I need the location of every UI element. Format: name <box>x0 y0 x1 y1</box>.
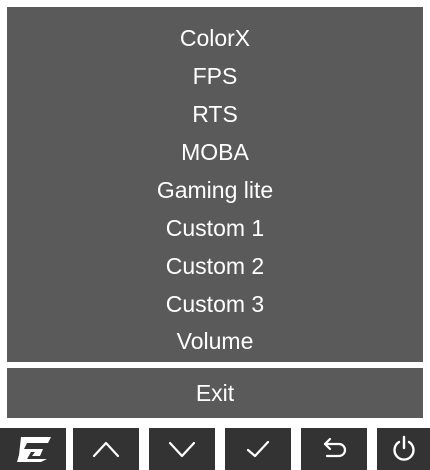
menu-item-colorx[interactable]: ColorX <box>7 24 423 52</box>
chevron-down-icon <box>168 440 196 458</box>
exit-button[interactable]: Exit <box>7 368 423 418</box>
menu-item-rts[interactable]: RTS <box>7 100 423 128</box>
menu-item-fps[interactable]: FPS <box>7 62 423 90</box>
power-key[interactable] <box>377 428 430 470</box>
confirm-key[interactable] <box>225 428 291 470</box>
power-icon <box>391 435 417 463</box>
menu-item-custom-3[interactable]: Custom 3 <box>7 290 423 318</box>
up-key[interactable] <box>73 428 139 470</box>
menu-item-volume[interactable]: Volume <box>7 327 423 355</box>
gigabyte-key[interactable] <box>0 428 66 470</box>
return-key[interactable] <box>301 428 367 470</box>
control-keys-bar <box>0 428 430 470</box>
down-key[interactable] <box>149 428 215 470</box>
menu-item-moba[interactable]: MOBA <box>7 138 423 166</box>
gigabyte-logo-icon <box>13 435 53 463</box>
chevron-up-icon <box>92 440 120 458</box>
menu-item-gaming-lite[interactable]: Gaming lite <box>7 176 423 204</box>
menu-item-custom-1[interactable]: Custom 1 <box>7 214 423 242</box>
exit-label: Exit <box>195 380 235 406</box>
checkmark-icon <box>245 439 271 459</box>
osd-menu-panel: ColorX FPS RTS MOBA Gaming lite Custom 1… <box>7 7 423 362</box>
menu-item-custom-2[interactable]: Custom 2 <box>7 252 423 280</box>
return-arrow-icon <box>319 437 349 461</box>
